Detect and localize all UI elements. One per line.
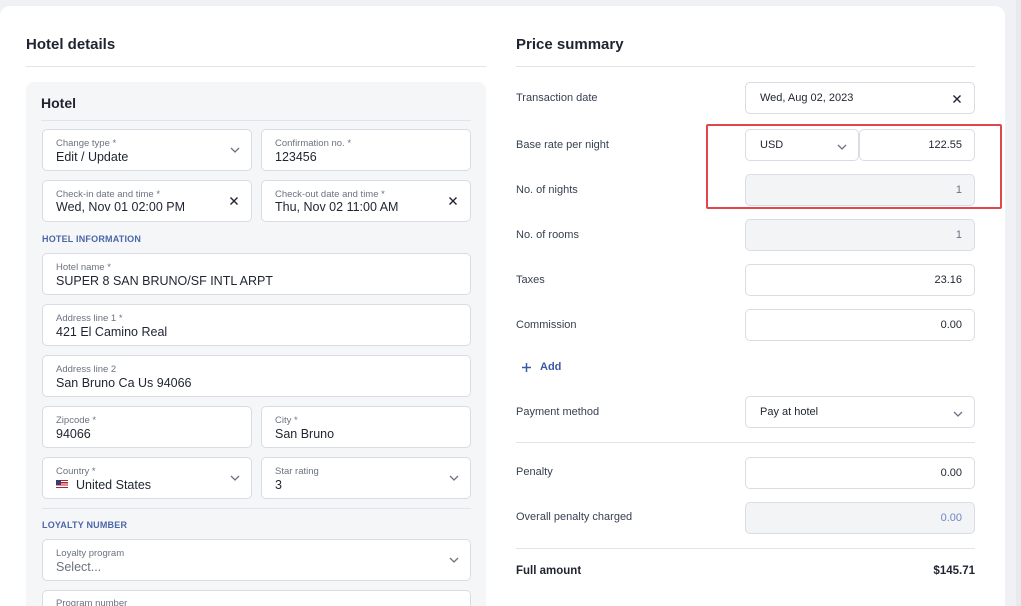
chevron-down-icon <box>449 475 459 481</box>
chevron-down-icon <box>230 475 240 481</box>
scrollbar[interactable] <box>1016 0 1021 606</box>
rooms-label: No. of rooms <box>516 229 579 241</box>
plus-icon <box>522 362 531 372</box>
field-value: 421 El Camino Real <box>56 325 168 339</box>
address-line2-field[interactable]: Address line 2 San Bruno Ca Us 94066 <box>42 355 471 397</box>
field-value: Wed, Aug 02, 2023 <box>760 92 854 104</box>
taxes-label: Taxes <box>516 274 545 286</box>
overall-penalty-field: 0.00 <box>745 502 975 534</box>
divider <box>42 508 471 509</box>
full-amount-label: Full amount <box>516 565 582 577</box>
divider <box>516 66 975 67</box>
rooms-field: 1 <box>745 219 975 251</box>
clear-icon[interactable] <box>229 196 239 206</box>
chevron-down-icon <box>953 411 963 417</box>
chevron-down-icon <box>449 557 459 563</box>
field-placeholder: Select... <box>56 560 102 574</box>
commission-input[interactable]: 0.00 <box>745 309 975 341</box>
field-value: Wed, Nov 01 02:00 PM <box>56 200 186 214</box>
field-label: Address line 1 * <box>56 313 123 324</box>
field-value: Thu, Nov 02 11:00 AM <box>275 200 399 214</box>
clear-icon[interactable] <box>952 94 962 104</box>
field-label: Zipcode * <box>56 415 97 426</box>
clear-icon[interactable] <box>448 196 458 206</box>
chevron-down-icon <box>837 144 847 150</box>
full-amount-value: $145.71 <box>933 565 975 577</box>
hotel-name-field[interactable]: Hotel name * SUPER 8 SAN BRUNO/SF INTL A… <box>42 253 471 295</box>
field-label: Program number <box>56 598 128 606</box>
nights-label: No. of nights <box>516 184 578 196</box>
field-value: 0.00 <box>940 467 962 479</box>
payment-method-label: Payment method <box>516 406 600 418</box>
currency-value: USD <box>760 139 784 151</box>
nights-field: 1 <box>745 174 975 206</box>
field-value: SUPER 8 SAN BRUNO/SF INTL ARPT <box>56 274 273 288</box>
penalty-input[interactable]: 0.00 <box>745 457 975 489</box>
field-label: Check-out date and time * <box>275 189 385 200</box>
currency-select[interactable]: USD <box>745 129 859 161</box>
star-rating-select[interactable]: Star rating 3 <box>261 457 471 499</box>
zipcode-field[interactable]: Zipcode * 94066 <box>42 406 252 448</box>
field-label: Confirmation no. * <box>275 138 352 149</box>
field-label: Change type * <box>56 138 117 149</box>
base-rate-input[interactable]: 122.55 <box>859 129 975 161</box>
field-value: San Bruno Ca Us 94066 <box>56 376 192 390</box>
divider <box>26 66 486 67</box>
program-number-field[interactable]: Program number <box>42 590 471 606</box>
field-value: United States <box>56 478 151 492</box>
address-line1-field[interactable]: Address line 1 * 421 El Camino Real <box>42 304 471 346</box>
divider <box>41 120 471 121</box>
hotel-information-heading: HOTEL INFORMATION <box>42 234 142 244</box>
overall-penalty-label: Overall penalty charged <box>516 511 633 523</box>
us-flag-icon <box>56 480 68 488</box>
field-label: Address line 2 <box>56 364 117 375</box>
field-label: City * <box>275 415 298 426</box>
hotel-details-title: Hotel details <box>26 36 116 53</box>
commission-label: Commission <box>516 319 577 331</box>
checkout-datetime-field[interactable]: Check-out date and time * Thu, Nov 02 11… <box>261 180 471 222</box>
field-value: 94066 <box>56 427 91 441</box>
field-label: Loyalty program <box>56 548 125 559</box>
transaction-date-label: Transaction date <box>516 92 598 104</box>
add-button[interactable]: Add <box>521 361 561 373</box>
divider <box>516 442 975 443</box>
base-rate-label: Base rate per night <box>516 139 609 151</box>
country-value: United States <box>76 478 152 492</box>
field-value: Pay at hotel <box>760 406 819 418</box>
field-label: Hotel name * <box>56 262 111 273</box>
divider <box>516 548 975 549</box>
transaction-date-field[interactable]: Wed, Aug 02, 2023 <box>745 82 975 114</box>
penalty-label: Penalty <box>516 466 553 478</box>
add-label: Add <box>540 361 562 373</box>
field-value: 122.55 <box>928 139 962 151</box>
field-value: 1 <box>955 184 962 196</box>
field-label: Check-in date and time * <box>56 189 161 200</box>
taxes-input[interactable]: 23.16 <box>745 264 975 296</box>
field-value: 123456 <box>275 150 317 164</box>
price-summary-title: Price summary <box>516 36 624 53</box>
confirmation-number-field[interactable]: Confirmation no. * 123456 <box>261 129 471 171</box>
field-value: Edit / Update <box>56 150 129 164</box>
city-field[interactable]: City * San Bruno <box>261 406 471 448</box>
field-label: Star rating <box>275 466 319 477</box>
field-label: Country * <box>56 466 96 477</box>
field-value: 23.16 <box>934 274 962 286</box>
field-value: San Bruno <box>275 427 335 441</box>
loyalty-number-heading: LOYALTY NUMBER <box>42 520 128 530</box>
field-value: 3 <box>275 478 282 492</box>
payment-method-select[interactable]: Pay at hotel <box>745 396 975 428</box>
hotel-box-title: Hotel <box>41 95 76 111</box>
checkin-datetime-field[interactable]: Check-in date and time * Wed, Nov 01 02:… <box>42 180 252 222</box>
field-value: 0.00 <box>940 319 962 331</box>
loyalty-program-select[interactable]: Loyalty program Select... <box>42 539 471 581</box>
field-value: 0.00 <box>940 512 962 524</box>
change-type-select[interactable]: Change type * Edit / Update <box>42 129 252 171</box>
country-select[interactable]: Country * United States <box>42 457 252 499</box>
field-value: 1 <box>955 229 962 241</box>
chevron-down-icon <box>230 147 240 153</box>
